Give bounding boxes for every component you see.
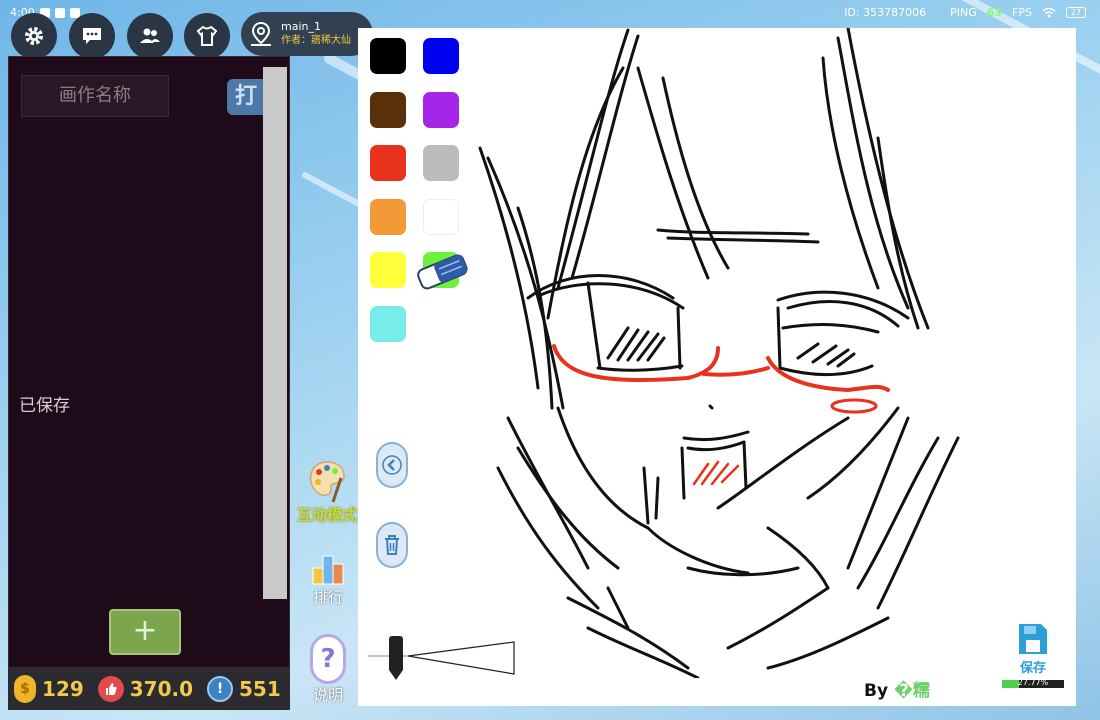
gear-icon (25, 27, 43, 45)
list-scrollbar[interactable] (263, 67, 287, 599)
color-swatch[interactable] (423, 38, 459, 74)
save-progress-text: 27.77% (1017, 678, 1049, 687)
help-label: 说明 (312, 686, 343, 704)
color-swatch[interactable] (370, 145, 406, 181)
wardrobe-button[interactable] (184, 13, 230, 59)
color-swatch[interactable] (423, 145, 459, 181)
thumbs-up-icon (97, 676, 124, 702)
sketch-artwork (478, 28, 960, 678)
like-value: 370.0 (129, 677, 194, 701)
alert-counter: ! 551 (207, 676, 289, 702)
interact-mode-button[interactable]: 互动模式 (294, 458, 360, 525)
wifi-icon (1042, 7, 1056, 18)
question-icon: ? (310, 634, 346, 684)
ranking-button[interactable]: 排行 (306, 550, 350, 607)
color-swatch[interactable] (370, 91, 406, 128)
like-counter: 370.0 (97, 676, 201, 702)
save-label: 保存 (1019, 661, 1046, 676)
trash-icon (385, 535, 399, 555)
map-info-pill[interactable]: main_1 作者：寤稀大仙 (241, 12, 373, 56)
coin-counter: $ 129 (14, 675, 92, 703)
user-id: ID: 353787006 (844, 6, 927, 19)
people-icon (140, 28, 160, 43)
color-swatch[interactable] (370, 198, 406, 235)
settings-button[interactable] (11, 13, 57, 59)
notification-icon (54, 7, 65, 18)
help-button[interactable]: ? 说明 (306, 634, 350, 705)
friends-button[interactable] (127, 13, 173, 59)
exclamation-icon: ! (207, 676, 234, 702)
save-progress-bar: 27.77% (1002, 678, 1064, 688)
color-swatch[interactable] (423, 198, 459, 235)
interact-mode-label: 互动模式 (296, 506, 357, 524)
save-icon (1019, 624, 1047, 654)
chat-icon (83, 28, 101, 44)
drawing-canvas[interactable]: By �糯 保存 27.77% (358, 28, 1076, 706)
ping-value: 63 (986, 6, 1003, 19)
map-name: main_1 (281, 20, 321, 33)
currency-bar: $ 129 370.0 ! 551 (8, 668, 290, 710)
palette-icon (309, 461, 345, 503)
ping-label: PING (950, 6, 977, 19)
by-prefix: By (864, 681, 889, 701)
chat-button[interactable] (69, 13, 115, 59)
eraser-icon[interactable] (412, 250, 472, 292)
color-swatch[interactable] (370, 305, 406, 342)
podium-icon (312, 555, 344, 585)
coin-icon: $ (14, 675, 36, 703)
battery-icon: 27 (1066, 7, 1086, 18)
artwork-list-panel: 画作名称 打 已保存 + (8, 56, 290, 668)
delete-button[interactable] (376, 522, 408, 568)
fps-label: FPS (1012, 6, 1032, 19)
color-swatch[interactable] (423, 91, 459, 128)
color-swatch[interactable] (370, 252, 406, 288)
map-author: 作者：寤稀大仙 (281, 35, 351, 46)
back-button[interactable] (376, 442, 408, 488)
map-pin-icon (251, 21, 271, 46)
ranking-label: 排行 (312, 588, 343, 606)
chevron-left-icon (382, 455, 402, 475)
color-swatch[interactable] (370, 38, 406, 74)
author-name: �糯 (893, 681, 930, 701)
author-credit: By �糯 (864, 676, 930, 701)
coin-value: 129 (42, 677, 84, 701)
saved-status: 已保存 (19, 396, 70, 416)
brush-handle[interactable] (389, 636, 403, 672)
shirt-icon (196, 25, 218, 46)
add-artwork-button[interactable]: + (109, 609, 181, 655)
save-button[interactable]: 保存 27.77% (998, 622, 1068, 688)
status-bar-right: ID: 353787006 PING 63 FPS 27 (844, 6, 1086, 19)
artwork-name-input[interactable]: 画作名称 (21, 75, 169, 117)
alert-value: 551 (239, 677, 281, 701)
